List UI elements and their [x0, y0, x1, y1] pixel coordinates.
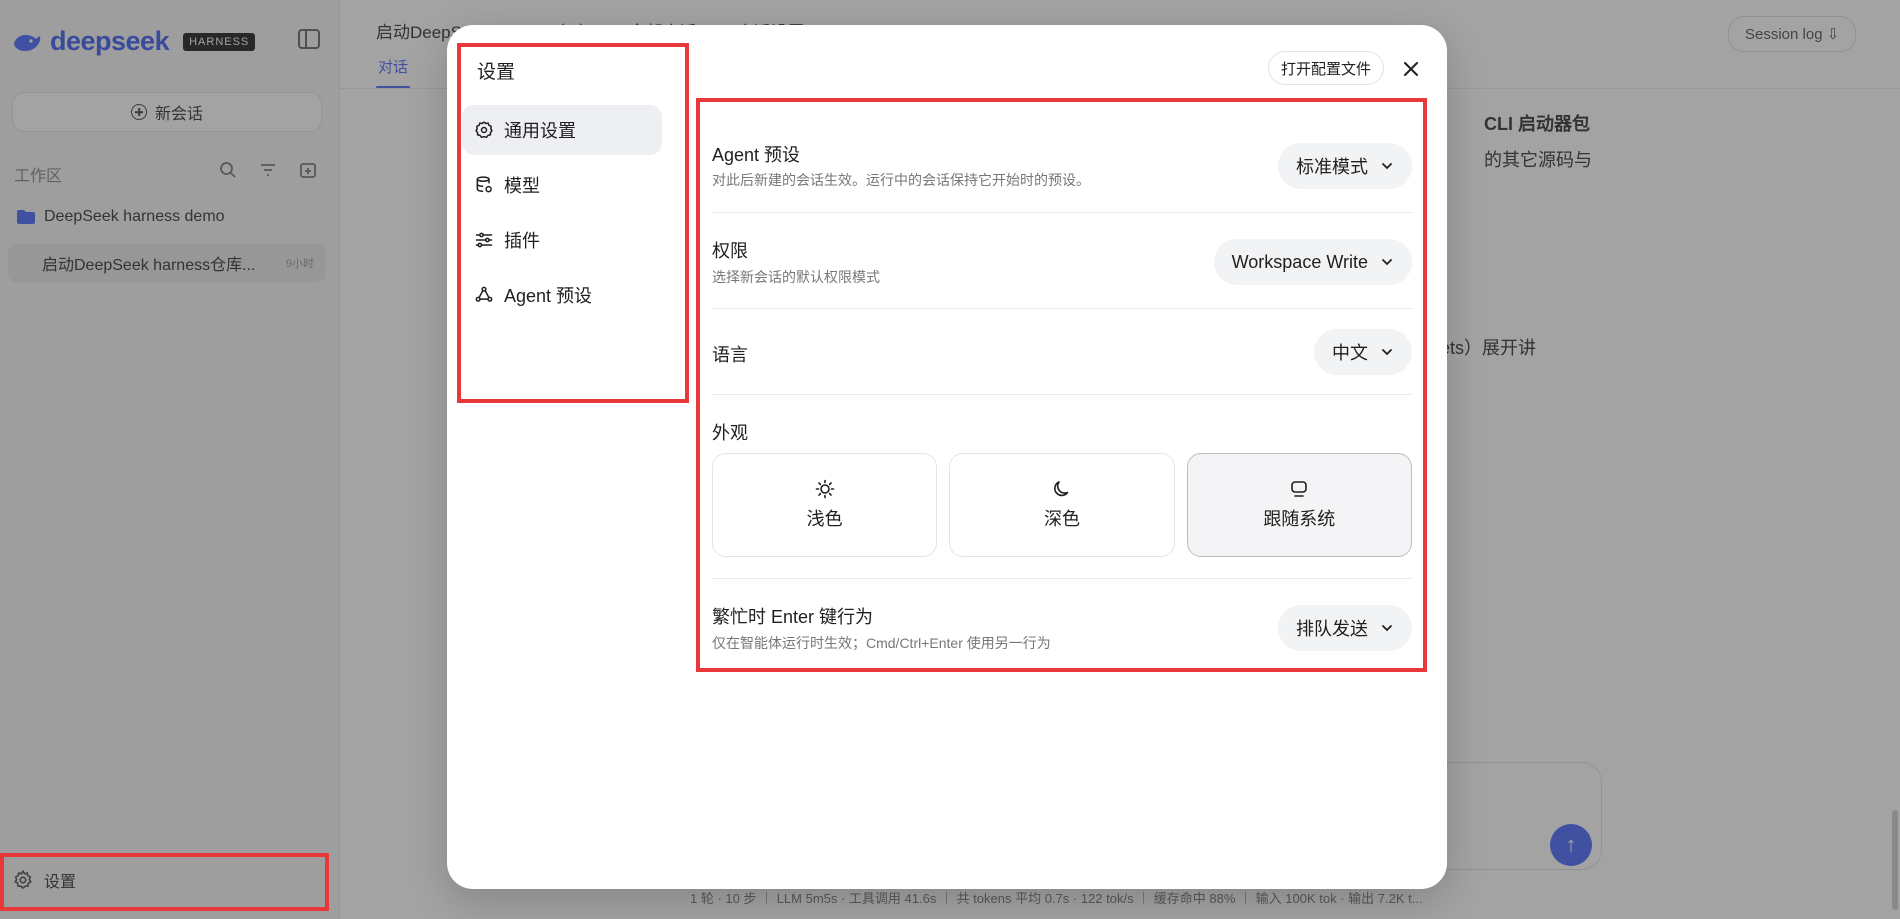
nav-item-label: 模型 — [504, 176, 540, 196]
select-value: Workspace Write — [1231, 251, 1368, 272]
moon-icon — [1054, 481, 1069, 497]
appearance-option-label: 跟随系统 — [1263, 509, 1336, 529]
appearance-dark-option[interactable]: 深色 — [949, 453, 1175, 557]
nav-item-label: 插件 — [504, 231, 540, 251]
permission-select[interactable]: Workspace Write — [1213, 239, 1412, 285]
chevron-down-icon — [1382, 163, 1392, 170]
appearance-options: 浅色 深色 跟随系统 — [712, 453, 1412, 557]
chevron-down-icon — [1382, 625, 1392, 632]
agent-preset-select[interactable]: 标准模式 — [1278, 143, 1412, 189]
setting-agent-preset: Agent 预设 对此后新建的会话生效。运行中的会话保持它开始时的预设。 标准模… — [712, 115, 1412, 213]
open-config-button[interactable]: 打开配置文件 — [1268, 51, 1385, 85]
setting-title: 繁忙时 Enter 键行为 — [712, 607, 874, 627]
setting-description: 仅在智能体运行时生效；Cmd/Ctrl+Enter 使用另一行为 — [712, 635, 1051, 651]
gear-icon — [475, 121, 493, 139]
appearance-light-option[interactable]: 浅色 — [712, 453, 938, 557]
agent-icon — [475, 286, 493, 302]
settings-modal: 设置 打开配置文件 通用设置 模型 插件 Agent 预设 Agent 预设 对… — [447, 25, 1447, 889]
settings-nav: 通用设置 模型 插件 Agent 预设 — [462, 105, 662, 325]
chevron-down-icon — [1382, 259, 1392, 266]
nav-item-models[interactable]: 模型 — [462, 160, 662, 210]
appearance-system-option[interactable]: 跟随系统 — [1186, 453, 1412, 557]
database-icon — [476, 176, 492, 193]
modal-title: 设置 — [477, 62, 516, 83]
appearance-option-label: 浅色 — [806, 509, 843, 529]
nav-item-agent-presets[interactable]: Agent 预设 — [462, 270, 662, 320]
sliders-icon — [475, 232, 493, 248]
close-button[interactable] — [1397, 55, 1425, 83]
language-select[interactable]: 中文 — [1314, 329, 1412, 375]
setting-title: 权限 — [712, 241, 748, 261]
monitor-icon — [1291, 481, 1308, 497]
setting-language: 语言 中文 — [712, 309, 1412, 395]
setting-permission: 权限 选择新会话的默认权限模式 Workspace Write — [712, 213, 1412, 309]
nav-item-label: 通用设置 — [504, 121, 576, 141]
setting-description: 选择新会话的默认权限模式 — [712, 269, 880, 285]
settings-content: Agent 预设 对此后新建的会话生效。运行中的会话保持它开始时的预设。 标准模… — [712, 115, 1412, 677]
nav-item-plugins[interactable]: 插件 — [462, 215, 662, 265]
setting-enter-behavior: 繁忙时 Enter 键行为 仅在智能体运行时生效；Cmd/Ctrl+Enter … — [712, 579, 1412, 677]
select-value: 中文 — [1332, 343, 1368, 363]
nav-item-label: Agent 预设 — [504, 286, 593, 306]
setting-title: 外观 — [712, 423, 748, 443]
setting-title: Agent 预设 — [712, 145, 801, 165]
nav-item-general[interactable]: 通用设置 — [462, 105, 662, 155]
setting-description: 对此后新建的会话生效。运行中的会话保持它开始时的预设。 — [712, 172, 1090, 188]
sun-icon — [815, 479, 834, 499]
select-value: 排队发送 — [1296, 619, 1368, 639]
chevron-down-icon — [1382, 349, 1392, 356]
select-value: 标准模式 — [1296, 157, 1368, 177]
close-icon — [1404, 62, 1418, 76]
enter-behavior-select[interactable]: 排队发送 — [1278, 605, 1412, 651]
setting-title: 语言 — [712, 345, 748, 365]
setting-appearance: 外观 浅色 深色 跟随系统 — [712, 395, 1412, 579]
appearance-option-label: 深色 — [1043, 509, 1080, 529]
